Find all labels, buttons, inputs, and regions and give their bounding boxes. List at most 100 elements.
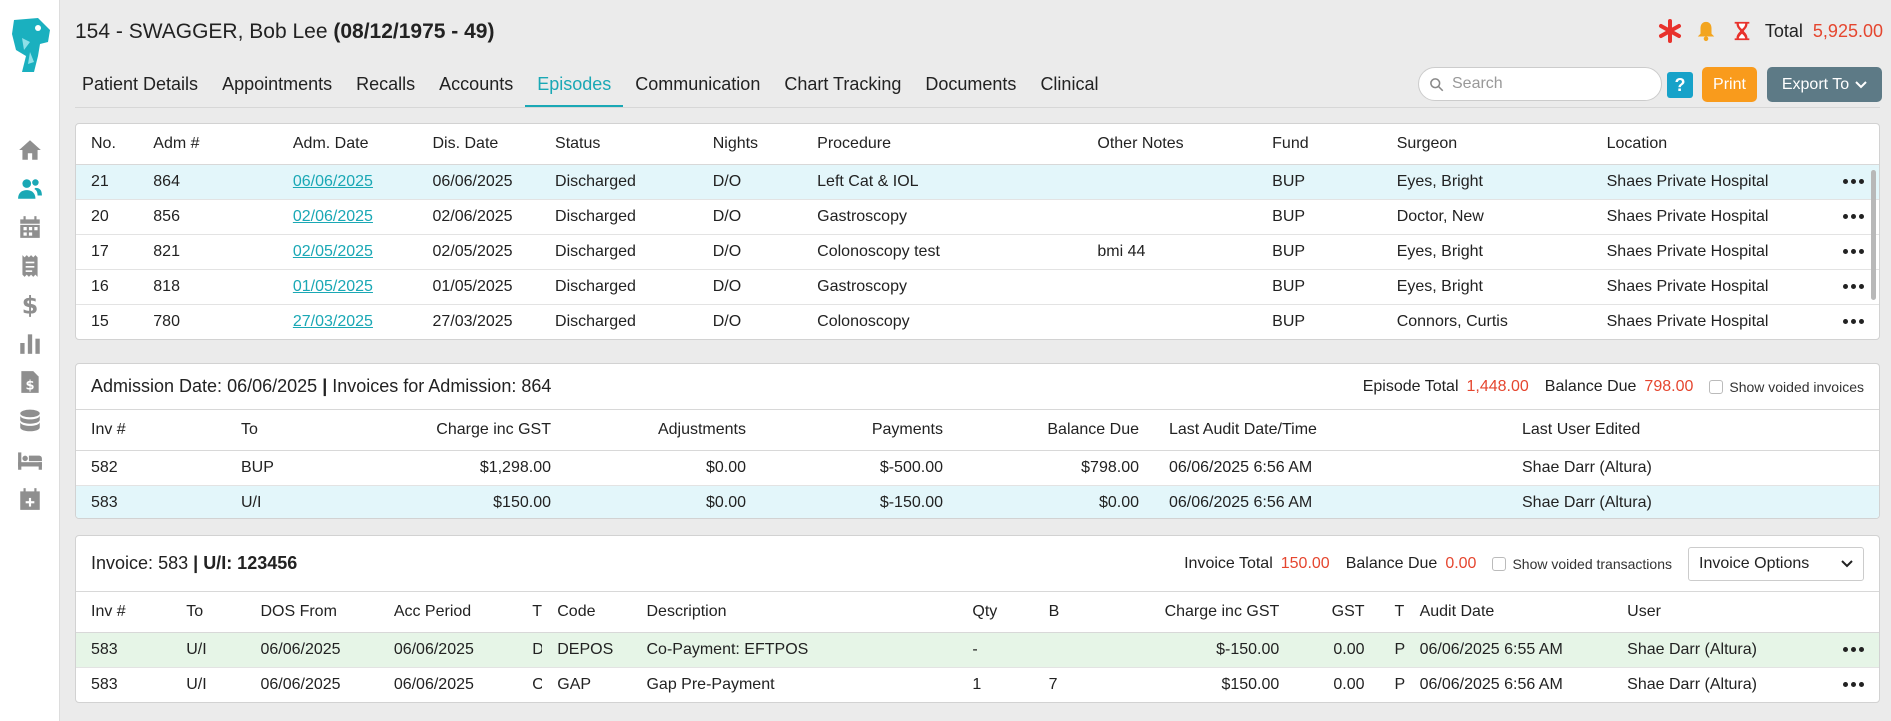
transaction-row[interactable]: 583U/I06/06/202506/06/2025OGAPGap Pre-Pa… [76, 667, 1879, 702]
invoice-options-select[interactable]: Invoice Options [1688, 546, 1864, 581]
cell-status: Discharged [540, 304, 698, 339]
app-logo [8, 16, 52, 74]
cell-actions [1818, 667, 1879, 702]
cell-t: D [517, 632, 543, 668]
tab-patient-details[interactable]: Patient Details [70, 70, 210, 108]
calendar-plus-icon[interactable] [15, 484, 45, 514]
episode-row[interactable]: 17 821 02/05/2025 02/05/2025 Discharged D/O Co… [76, 234, 1879, 270]
show-voided-transactions-toggle[interactable]: Show voided transactions [1492, 556, 1672, 572]
episodes-scrollbar[interactable] [1871, 170, 1876, 300]
cell-nights: D/O [697, 304, 803, 339]
invoices-table: Inv # To Charge inc GST Adjustments Payments… [76, 410, 1879, 518]
receipt-icon[interactable] [15, 251, 45, 281]
tab-recalls[interactable]: Recalls [344, 70, 427, 108]
cell-actions [1818, 632, 1879, 668]
calendar-icon[interactable] [15, 212, 45, 242]
tab-episodes[interactable]: Episodes [525, 70, 624, 108]
print-button[interactable]: Print [1702, 67, 1757, 102]
invoice-row[interactable]: 582 BUP $1,298.00 $0.00 $-500.00 $798.00 06/06… [76, 450, 1879, 486]
home-icon[interactable] [15, 135, 45, 165]
chevron-down-icon [1855, 80, 1867, 88]
checkbox[interactable] [1709, 379, 1724, 394]
column-header: Acc Period [378, 592, 518, 633]
transaction-row[interactable]: 583U/I06/06/202506/06/2025DDEPOSCo-Payme… [76, 632, 1879, 668]
admission-number: 864 [521, 376, 552, 396]
help-button[interactable]: ? [1667, 72, 1693, 98]
cell-t2: P [1379, 632, 1405, 668]
more-actions-icon[interactable] [1843, 283, 1864, 289]
admission-date-link[interactable]: 01/05/2025 [293, 278, 373, 295]
hourglass-icon[interactable] [1729, 18, 1755, 44]
column-header: Adm # [138, 124, 278, 165]
invoice-options-label: Invoice Options [1699, 554, 1810, 572]
cell-notes: bmi 44 [1082, 234, 1258, 270]
bell-icon[interactable] [1693, 18, 1719, 44]
column-header-actions [1818, 592, 1879, 633]
column-header: Adjustments [566, 410, 761, 451]
episode-row[interactable]: 16 818 01/05/2025 01/05/2025 Discharged D/O Ga… [76, 269, 1879, 305]
admission-date-link[interactable]: 02/06/2025 [293, 208, 373, 225]
more-actions-icon[interactable] [1843, 681, 1864, 687]
episode-row[interactable]: 21 864 06/06/2025 06/06/2025 Discharged D/O Le… [76, 164, 1879, 200]
tab-appointments[interactable]: Appointments [210, 70, 344, 108]
admission-date-link[interactable]: 06/06/2025 [293, 173, 373, 190]
column-header: Charge inc GST [356, 410, 566, 451]
more-actions-icon[interactable] [1843, 318, 1864, 324]
admission-date-label: Admission Date: [91, 376, 223, 396]
invoice-row[interactable]: 583 U/I $150.00 $0.00 $-150.00 $0.00 06/06/202… [76, 485, 1879, 518]
cell-actions [1812, 234, 1879, 270]
tab-clinical[interactable]: Clinical [1028, 70, 1110, 108]
column-header: Charge inc GST [1103, 592, 1295, 633]
asterisk-alert-icon[interactable] [1657, 18, 1683, 44]
patients-icon[interactable] [15, 174, 45, 204]
cell-status: Discharged [540, 234, 698, 270]
cell-fund: BUP [1257, 269, 1382, 305]
more-actions-icon[interactable] [1843, 248, 1864, 254]
cell-b: 7 [1033, 667, 1104, 702]
tab-chart-tracking[interactable]: Chart Tracking [772, 70, 913, 108]
transactions-header-row: Inv # To DOS From Acc Period T Code Descriptio… [76, 592, 1879, 633]
checkbox[interactable] [1492, 556, 1507, 571]
tab-accounts[interactable]: Accounts [427, 70, 525, 108]
cell-user: Shae Darr (Altura) [1612, 632, 1819, 668]
bar-chart-icon[interactable] [15, 328, 45, 358]
tab-communication[interactable]: Communication [623, 70, 772, 108]
cell-surgeon: Eyes, Bright [1381, 164, 1592, 200]
column-header: Qty [957, 592, 1034, 633]
export-label: Export To [1781, 75, 1850, 93]
more-actions-icon[interactable] [1843, 646, 1864, 652]
cell-location: Shaes Private Hospital [1591, 304, 1813, 339]
cell-charge: $150.00 [356, 485, 566, 518]
sidebar: $ $ [0, 0, 60, 721]
balance-due-label: Balance Due [1345, 554, 1438, 572]
cell-actions [1812, 199, 1879, 235]
search-box[interactable] [1418, 67, 1662, 101]
export-button[interactable]: Export To [1767, 67, 1882, 102]
cell-procedure: Colonoscopy test [802, 234, 1083, 270]
search-input[interactable] [1452, 75, 1642, 93]
invoice-dollar-icon[interactable]: $ [15, 367, 45, 397]
more-actions-icon[interactable] [1843, 178, 1864, 184]
show-voided-invoices-toggle[interactable]: Show voided invoices [1709, 379, 1864, 395]
dollar-icon[interactable]: $ [15, 290, 45, 320]
column-header: No. [76, 124, 139, 165]
cell-surgeon: Connors, Curtis [1381, 304, 1592, 339]
cell-fund: BUP [1257, 234, 1382, 270]
cell-period: 06/06/2025 [378, 632, 518, 668]
column-header: Description [631, 592, 958, 633]
cell-adm: 780 [138, 304, 278, 339]
column-header: DOS From [245, 592, 379, 633]
tab-documents[interactable]: Documents [913, 70, 1028, 108]
bed-icon[interactable] [15, 445, 45, 475]
cell-actions [1812, 164, 1879, 200]
episode-row[interactable]: 15 780 27/03/2025 27/03/2025 Discharged D/O Co… [76, 304, 1879, 339]
admission-date-link[interactable]: 27/03/2025 [293, 313, 373, 330]
admission-date-link[interactable]: 02/05/2025 [293, 243, 373, 260]
more-actions-icon[interactable] [1843, 213, 1864, 219]
cell-dis-date: 02/06/2025 [417, 199, 541, 235]
episode-total-label: Episode Total [1362, 377, 1459, 395]
episode-row[interactable]: 20 856 02/06/2025 02/06/2025 Discharged D/O Ga… [76, 199, 1879, 235]
patient-title: 154 - SWAGGER, Bob Lee (08/12/1975 - 49) [75, 20, 494, 44]
database-icon[interactable] [15, 406, 45, 436]
cell-nights: D/O [697, 164, 803, 200]
